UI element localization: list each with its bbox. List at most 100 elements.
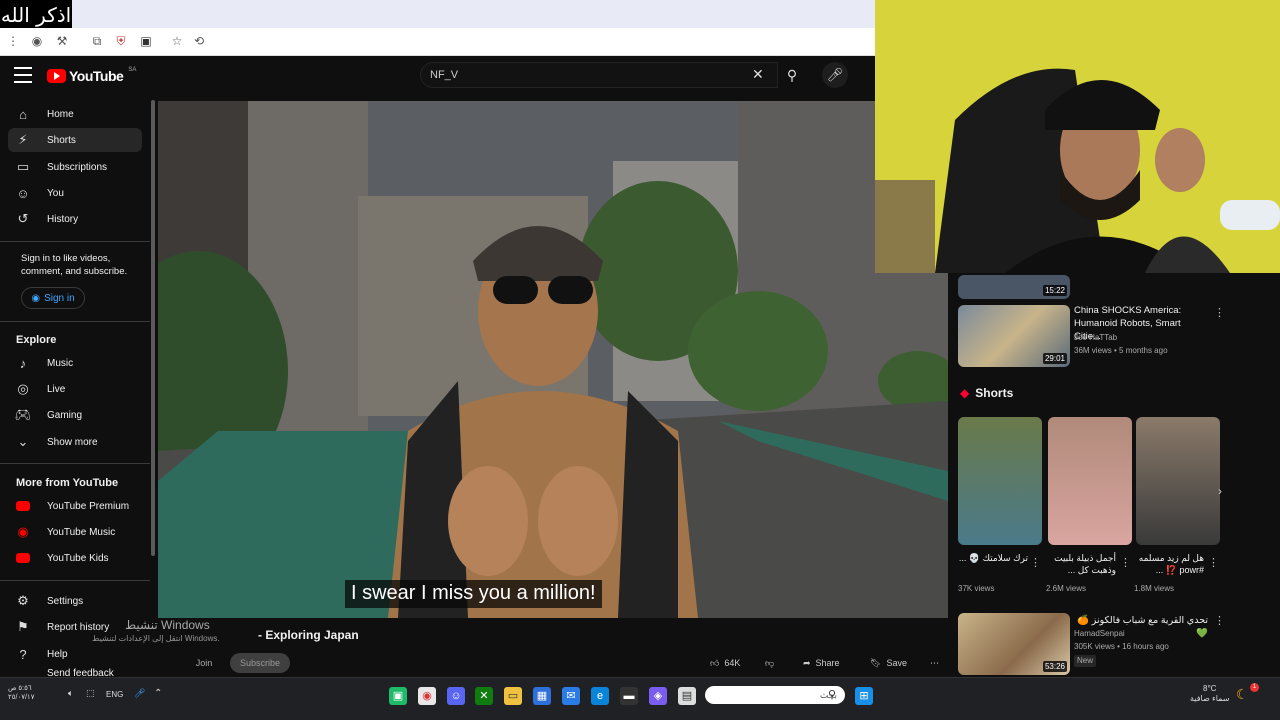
short-views: 2.6M views <box>1046 584 1087 593</box>
short-views: 1.8M views <box>1134 584 1175 593</box>
clear-search-icon[interactable]: ✕ <box>752 66 764 83</box>
history-icon: ↺ <box>17 211 29 226</box>
short-thumbnail[interactable] <box>1048 417 1132 545</box>
profile-icon[interactable]: ◉ <box>30 34 44 48</box>
copilot-icon[interactable]: ◈ <box>649 687 667 705</box>
calculator-icon[interactable]: ▦ <box>533 687 551 705</box>
language-indicator[interactable]: ENG <box>106 690 123 699</box>
sidebar-item-music[interactable]: ♪ Music <box>8 351 142 375</box>
webcam-image <box>875 0 1280 273</box>
like-count: 64K <box>724 658 741 668</box>
account-icon: ◉ <box>31 292 41 304</box>
short-title[interactable]: أجمل ذبيلة بلبيت وذهبت كل ... <box>1046 552 1116 576</box>
dislike-button[interactable]: 👎︎ <box>765 653 774 673</box>
video-player[interactable] <box>158 101 948 618</box>
save-button[interactable]: 🔖︎ Save <box>870 653 907 673</box>
recommendation-thumbnail[interactable]: 29:01 <box>958 305 1070 367</box>
sidebar-scrollbar[interactable] <box>151 100 155 556</box>
app-icon[interactable]: ▣ <box>389 687 407 705</box>
star-icon[interactable]: ☆ <box>170 34 184 48</box>
explore-heading: Explore <box>16 334 57 346</box>
short-title[interactable]: ترك سلامتك 💀 ... <box>958 552 1028 564</box>
search-icon: ⚲ <box>828 689 837 701</box>
join-button[interactable]: Join <box>189 653 219 673</box>
chevron-up-icon[interactable]: ⌃ <box>154 688 162 699</box>
chrome-icon[interactable]: ◉ <box>418 687 436 705</box>
microphone-icon[interactable]: 🎤︎ <box>134 688 145 699</box>
more-actions-icon[interactable]: ⋯ <box>930 653 939 673</box>
sidebar-item-shorts[interactable]: ⚡ Shorts <box>8 128 142 152</box>
sidebar-item-label: History <box>47 213 79 225</box>
sidebar-item-gaming[interactable]: 🎮︎ Gaming <box>8 403 142 427</box>
share-button[interactable]: ➦ Share <box>803 653 840 673</box>
sidebar-item-label: Settings <box>47 595 84 607</box>
windows-start-icon[interactable]: ⊞ <box>855 687 873 705</box>
chevron-right-icon[interactable]: › <box>1210 484 1230 504</box>
video-duration: 15:22 <box>1042 285 1067 296</box>
extension-icon[interactable]: ⚒ <box>55 34 69 48</box>
shield-icon[interactable]: ⛨ <box>114 34 128 48</box>
sidebar-item-send-feedback[interactable]: Send feedback <box>8 668 142 677</box>
new-badge: New <box>1074 655 1097 667</box>
more-vert-icon[interactable]: ⋮ <box>1214 306 1225 319</box>
taskbar-search-input[interactable]: بحث <box>705 686 845 704</box>
sidebar-item-subscriptions[interactable]: ▭ Subscriptions <box>8 155 142 179</box>
browser-tabstrip <box>72 0 875 28</box>
recommendation-channel[interactable]: Joe HaTTab <box>1074 332 1117 344</box>
tray-clock[interactable]: ٥:٥٦ ص ٢٥/٠٧/١٧ <box>8 684 34 702</box>
mail-icon[interactable]: ✉ <box>562 687 580 705</box>
sidebar-item-history[interactable]: ↺ History <box>8 207 142 231</box>
hamburger-menu-icon[interactable] <box>14 67 32 83</box>
sidebar-item-label: Send feedback <box>47 668 114 677</box>
like-button[interactable]: 👍︎ 64K <box>710 653 740 673</box>
folder-icon[interactable]: ▭ <box>504 687 522 705</box>
sidebar-item-home[interactable]: ⌂ Home <box>8 102 142 126</box>
divider <box>0 321 150 322</box>
you-icon: ☺ <box>16 185 30 201</box>
tabs-icon[interactable]: ▣ <box>139 34 153 48</box>
video-duration: 29:01 <box>1042 353 1067 364</box>
sidebar-item-show-more[interactable]: ⌄ Show more <box>8 430 142 454</box>
youtube-logo[interactable]: YouTube SA <box>47 67 136 84</box>
search-icon[interactable]: ⚲ <box>778 62 806 88</box>
weather-widget[interactable]: 8°C سماء صافية <box>1190 684 1230 704</box>
xbox-icon[interactable]: ✕ <box>475 687 493 705</box>
more-vert-icon[interactable]: ⋮ <box>1120 556 1131 569</box>
video-frame-image <box>158 101 948 618</box>
sidebar-item-youtube-music[interactable]: ◉ YouTube Music <box>8 520 142 544</box>
shorts-section-title: ◆ Shorts <box>960 386 1013 400</box>
edge-icon[interactable]: e <box>591 687 609 705</box>
discord-icon[interactable]: ☺ <box>447 687 465 705</box>
short-views: 37K views <box>958 584 995 593</box>
network-icon[interactable]: ⬚ <box>86 688 95 699</box>
more-vert-icon[interactable]: ⋮ <box>1030 556 1041 569</box>
search-input[interactable]: NF_V <box>420 62 778 88</box>
sidebar-item-label: Shorts <box>47 134 76 146</box>
short-thumbnail[interactable] <box>958 417 1042 545</box>
recommendation-channel[interactable]: HamadSenpai <box>1074 628 1125 640</box>
sidebar-item-label: YouTube Kids <box>47 552 109 564</box>
subscribe-button[interactable]: Subscribe <box>230 653 290 673</box>
cast-icon[interactable]: ⧉ <box>90 34 104 48</box>
sidebar-item-youtube-premium[interactable]: YouTube Premium <box>8 494 142 518</box>
recommendation-meta: 305K views • 16 hours ago <box>1074 642 1169 651</box>
more-vert-icon[interactable]: ⋮ <box>1208 556 1219 569</box>
sidebar-item-help[interactable]: ? Help <box>8 642 142 666</box>
terminal-icon[interactable]: ▬ <box>620 687 638 705</box>
more-vert-icon[interactable]: ⋮ <box>1214 614 1225 627</box>
microphone-icon[interactable]: 🎤︎ <box>822 62 848 88</box>
sidebar-item-you[interactable]: ☺ You <box>8 181 142 205</box>
sign-in-button[interactable]: ◉ Sign in <box>21 287 85 309</box>
volume-icon[interactable]: 🔈︎ <box>68 688 73 699</box>
short-title[interactable]: هل لم زيد مسلمه #powr ⁉️ ... <box>1134 552 1204 576</box>
more-vert-icon[interactable]: ⋮ <box>6 34 20 48</box>
sidebar-item-settings[interactable]: ⚙ Settings <box>8 589 142 613</box>
reload-icon[interactable]: ⟲ <box>192 34 206 48</box>
sidebar-item-youtube-kids[interactable]: YouTube Kids <box>8 546 142 570</box>
notification-badge[interactable]: 1 <box>1250 683 1259 692</box>
short-thumbnail[interactable] <box>1136 417 1220 545</box>
sidebar-item-live[interactable]: ◎ Live <box>8 377 142 401</box>
notepad-icon[interactable]: ▤ <box>678 687 696 705</box>
recommendation-thumbnail[interactable]: 53:26 <box>958 613 1070 675</box>
recommendation-thumbnail[interactable]: 15:22 <box>958 275 1070 299</box>
